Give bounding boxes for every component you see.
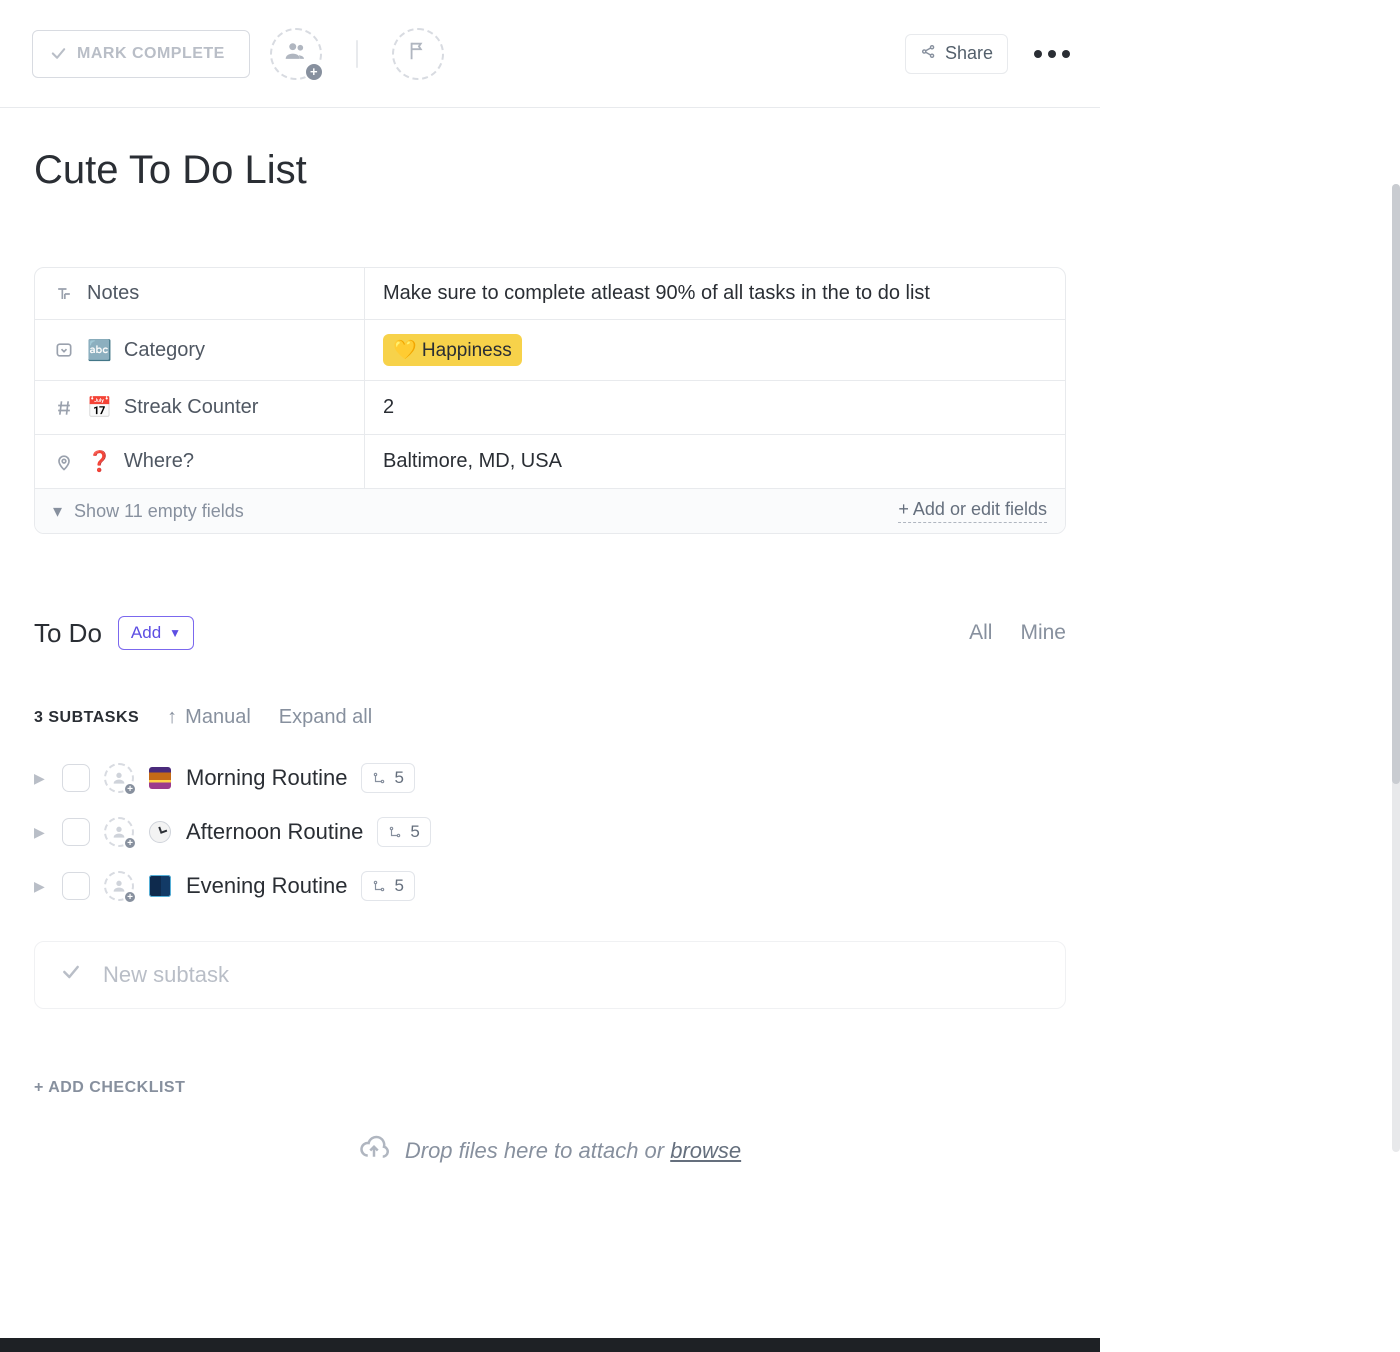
more-menu-button[interactable]: [1028, 50, 1076, 58]
show-empty-fields-button[interactable]: ▾ Show 11 empty fields: [53, 501, 244, 522]
share-label: Share: [945, 43, 993, 64]
priority-button[interactable]: [392, 28, 444, 80]
field-value: Baltimore, MD, USA: [383, 450, 562, 473]
scrollbar[interactable]: [1392, 184, 1400, 1152]
assign-button[interactable]: +: [104, 817, 134, 847]
scrollbar-thumb[interactable]: [1392, 184, 1400, 784]
assign-button[interactable]: +: [104, 871, 134, 901]
plus-icon: +: [123, 836, 137, 850]
page-title[interactable]: Cute To Do List: [34, 148, 1066, 193]
task-row[interactable]: ▶ + Evening Routine 5: [34, 871, 1066, 901]
task-checkbox[interactable]: [62, 872, 90, 900]
subtask-badge[interactable]: 5: [377, 817, 430, 847]
field-row-category[interactable]: 🔤 Category 💛 Happiness: [35, 320, 1065, 381]
field-value: 2: [383, 396, 394, 419]
field-value: Make sure to complete atleast 90% of all…: [383, 282, 930, 305]
bottom-bar: [0, 1338, 1100, 1352]
new-subtask-placeholder: New subtask: [103, 962, 229, 988]
field-row-streak[interactable]: 📅 Streak Counter 2: [35, 381, 1065, 435]
subtask-count: 5: [394, 876, 403, 896]
cloud-upload-icon: [359, 1133, 389, 1169]
task-name: Morning Routine: [186, 765, 347, 791]
chevron-down-icon: ▼: [169, 626, 181, 640]
hash-icon: [53, 398, 75, 418]
filter-all[interactable]: All: [969, 621, 992, 645]
field-row-notes[interactable]: Notes Make sure to complete atleast 90% …: [35, 268, 1065, 320]
plus-icon: +: [123, 782, 137, 796]
task-row[interactable]: ▶ + Afternoon Routine 5: [34, 817, 1066, 847]
dropzone-text: Drop files here to attach or: [405, 1138, 670, 1163]
check-icon: [61, 962, 81, 988]
field-label: Notes: [87, 282, 139, 305]
task-checkbox[interactable]: [62, 764, 90, 792]
separator: [356, 40, 358, 68]
mark-complete-label: MARK COMPLETE: [77, 45, 225, 63]
fields-footer: ▾ Show 11 empty fields + Add or edit fie…: [35, 489, 1065, 533]
task-emoji: [148, 874, 172, 898]
task-row[interactable]: ▶ + Morning Routine 5: [34, 763, 1066, 793]
fields-table: Notes Make sure to complete atleast 90% …: [34, 267, 1066, 534]
arrow-up-icon: ↑: [167, 706, 177, 729]
share-button[interactable]: Share: [905, 34, 1008, 74]
add-label: Add: [131, 623, 161, 643]
check-icon: [49, 45, 67, 63]
topbar: MARK COMPLETE + Share: [0, 0, 1100, 108]
expand-icon[interactable]: ▶: [34, 824, 48, 841]
category-tag[interactable]: 💛 Happiness: [383, 334, 522, 366]
subtasks-count: 3 SUBTASKS: [34, 709, 139, 727]
field-emoji: 🔤: [87, 338, 112, 363]
todo-heading: To Do: [34, 618, 102, 649]
field-label: Streak Counter: [124, 396, 259, 419]
add-task-button[interactable]: Add ▼: [118, 616, 194, 650]
assign-button[interactable]: +: [104, 763, 134, 793]
task-emoji: [148, 766, 172, 790]
attachment-dropzone[interactable]: Drop files here to attach or browse: [34, 1133, 1066, 1169]
text-icon: [53, 284, 75, 304]
plus-icon: +: [123, 890, 137, 904]
field-label: Category: [124, 339, 205, 362]
share-icon: [920, 43, 937, 65]
field-emoji: 📅: [87, 395, 112, 420]
field-label: Where?: [124, 450, 194, 473]
task-name: Afternoon Routine: [186, 819, 363, 845]
expand-all-button[interactable]: Expand all: [279, 706, 372, 729]
manual-label: Manual: [185, 706, 251, 729]
pin-icon: [53, 452, 75, 472]
field-emoji: ❓: [87, 449, 112, 474]
expand-icon[interactable]: ▶: [34, 878, 48, 895]
task-list: ▶ + Morning Routine 5 ▶ + Af: [34, 763, 1066, 901]
browse-link[interactable]: browse: [670, 1138, 741, 1163]
new-subtask-input[interactable]: New subtask: [34, 941, 1066, 1009]
subtask-count: 5: [394, 768, 403, 788]
subtask-badge[interactable]: 5: [361, 763, 414, 793]
show-empty-label: Show 11 empty fields: [74, 501, 244, 522]
add-checklist-button[interactable]: + ADD CHECKLIST: [34, 1079, 1066, 1097]
plus-icon: +: [304, 62, 324, 82]
filter-mine[interactable]: Mine: [1020, 621, 1066, 645]
subtask-count: 5: [410, 822, 419, 842]
chevron-down-icon: ▾: [53, 501, 62, 522]
task-name: Evening Routine: [186, 873, 347, 899]
mark-complete-button[interactable]: MARK COMPLETE: [32, 30, 250, 78]
subtask-badge[interactable]: 5: [361, 871, 414, 901]
task-emoji: [148, 820, 172, 844]
sort-manual-button[interactable]: ↑ Manual: [167, 706, 251, 729]
task-checkbox[interactable]: [62, 818, 90, 846]
dropdown-icon: [53, 340, 75, 360]
expand-icon[interactable]: ▶: [34, 770, 48, 787]
field-row-where[interactable]: ❓ Where? Baltimore, MD, USA: [35, 435, 1065, 489]
add-edit-fields-button[interactable]: + Add or edit fields: [898, 499, 1047, 523]
assignee-add-button[interactable]: +: [270, 28, 322, 80]
